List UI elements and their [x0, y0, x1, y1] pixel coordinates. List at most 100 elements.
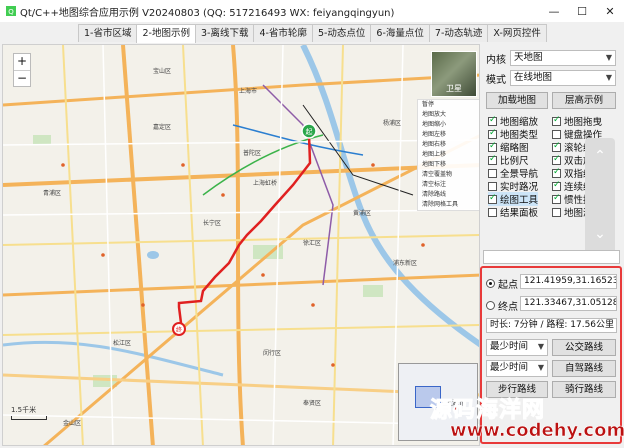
- start-marker-label: 起: [306, 128, 313, 136]
- scroll-down-icon[interactable]: ⌄: [585, 226, 615, 242]
- start-marker[interactable]: 起: [301, 123, 317, 139]
- map-label: 闵行区: [263, 349, 281, 357]
- chevron-down-icon: ▼: [605, 73, 612, 82]
- zoom-control: + −: [13, 53, 31, 87]
- start-point-row[interactable]: 起点: [486, 276, 522, 291]
- policy-select-2-value: 最少时间: [490, 362, 529, 373]
- map-label: 松江区: [113, 339, 131, 347]
- checkbox-label: 地图缩放: [500, 117, 539, 128]
- end-marker-label: 终: [176, 326, 182, 334]
- menu-item[interactable]: 暂停: [418, 100, 479, 110]
- watermark-line-2: www.codehy.com: [450, 420, 624, 442]
- map-label: 长宁区: [203, 219, 221, 227]
- menu-item[interactable]: 清空覆盖物: [418, 170, 479, 180]
- radio-icon: [486, 301, 495, 310]
- panel-input[interactable]: [483, 250, 620, 264]
- map-label: 宝山区: [153, 67, 171, 75]
- menu-item[interactable]: 地图左移: [418, 130, 479, 140]
- end-point-input[interactable]: 121.33467,31.05128: [520, 296, 617, 311]
- route-summary: 时长: 7分钟 / 路程: 17.56公里: [486, 318, 617, 333]
- map-label: 浦东新区: [393, 259, 417, 267]
- tab-province-outline[interactable]: 4-省市轮廓: [253, 24, 313, 42]
- kernel-select-value: 天地图: [514, 52, 543, 63]
- checkbox-result-panel[interactable]: 结果面板: [488, 205, 538, 219]
- start-point-input[interactable]: 121.41959,31.16523: [520, 274, 617, 289]
- chevron-down-icon: ▼: [537, 363, 544, 372]
- zoom-out-button[interactable]: −: [14, 70, 30, 86]
- checkbox-traffic[interactable]: 实时路况: [488, 179, 538, 193]
- zoom-in-button[interactable]: +: [14, 54, 30, 70]
- tab-web-control[interactable]: X-网页控件: [487, 24, 547, 42]
- tab-bar: 1-省市区域 2-地图示例 3-离线下载 4-省市轮廓 5-动态点位 6-海量点…: [78, 24, 547, 43]
- chevron-down-icon: ▼: [605, 53, 612, 62]
- checkbox-icon: [552, 154, 561, 165]
- checkbox-icon: [488, 141, 497, 152]
- map-label: 普陀区: [243, 149, 261, 157]
- minimize-button[interactable]: —: [540, 0, 568, 22]
- checkbox-map-type[interactable]: 地图类型: [488, 127, 538, 141]
- svg-text:Q: Q: [8, 8, 14, 16]
- map-label: 嘉定区: [153, 123, 171, 131]
- map-label: 上海虹桥: [253, 179, 277, 187]
- tab-dynamic-points[interactable]: 5-动态点位: [311, 24, 372, 42]
- checkbox-zoom[interactable]: 地图缩放: [488, 114, 538, 128]
- checkbox-drag[interactable]: 地图拖曳: [552, 114, 602, 128]
- tab-map-demo[interactable]: 2-地图示例: [136, 24, 196, 43]
- map-label: 徐汇区: [303, 239, 321, 247]
- checkbox-icon: [552, 180, 561, 191]
- menu-item[interactable]: 地图上移: [418, 150, 479, 160]
- map-view[interactable]: 起 终 嘉定区 上海市 上海虹桥 青浦区 松江区 闵行区 浦东新区 宝山区 黄浦…: [2, 44, 480, 446]
- transit-route-button[interactable]: 公交路线: [552, 339, 616, 356]
- style-select[interactable]: 在线地图 ▼: [510, 70, 616, 86]
- policy-select-1[interactable]: 最少时间 ▼: [486, 339, 548, 356]
- end-point-row[interactable]: 终点: [486, 298, 518, 313]
- checkbox-label: 实时路况: [500, 182, 539, 193]
- kernel-label: 内核: [486, 54, 506, 66]
- checkbox-icon: [552, 207, 561, 217]
- tab-mass-points[interactable]: 6-海量点位: [370, 24, 430, 42]
- menu-item[interactable]: 清除路线: [418, 190, 479, 200]
- maximize-button[interactable]: ☐: [568, 0, 596, 22]
- demo-button[interactable]: 层高示例: [552, 92, 616, 109]
- tab-province-area[interactable]: 1-省市区域: [78, 24, 138, 42]
- close-button[interactable]: ✕: [596, 0, 624, 22]
- scale-text: 1.5千米: [11, 406, 37, 414]
- scroll-up-icon[interactable]: ⌃: [585, 148, 615, 164]
- menu-item[interactable]: 地图缩小: [418, 120, 479, 130]
- checkbox-icon: [552, 129, 561, 139]
- end-marker[interactable]: 终: [172, 322, 186, 336]
- tab-dynamic-track[interactable]: 7-动态轨迹: [428, 24, 489, 42]
- tab-offline-download[interactable]: 3-离线下载: [194, 24, 255, 42]
- checkbox-label: 比例尺: [500, 156, 529, 167]
- menu-item[interactable]: 地图放大: [418, 110, 479, 120]
- checkbox-icon: [552, 167, 561, 178]
- checkbox-icon: [488, 168, 497, 178]
- panel-scroll[interactable]: ⌃ ⌄: [585, 138, 615, 254]
- satellite-toggle[interactable]: 卫星: [431, 51, 477, 97]
- checkbox-panorama[interactable]: 全景导航: [488, 166, 538, 180]
- menu-item[interactable]: 清除网格工具: [418, 200, 479, 210]
- checkbox-draw-tools[interactable]: 绘图工具: [488, 192, 539, 206]
- load-map-button[interactable]: 加载地图: [486, 92, 548, 109]
- kernel-select[interactable]: 天地图 ▼: [510, 50, 616, 66]
- checkbox-icon: [552, 115, 561, 126]
- menu-item[interactable]: 清空标注: [418, 180, 479, 190]
- style-select-value: 在线地图: [514, 72, 553, 83]
- checkbox-icon: [552, 193, 561, 204]
- menu-item[interactable]: 地图下移: [418, 160, 479, 170]
- style-label: 模式: [486, 74, 506, 86]
- checkbox-label: 地图类型: [500, 130, 539, 141]
- checkbox-icon: [488, 207, 497, 217]
- checkbox-label: 结果面板: [500, 208, 539, 219]
- checkbox-icon: [488, 181, 497, 191]
- driving-route-button[interactable]: 自驾路线: [552, 360, 616, 377]
- checkbox-scale[interactable]: 比例尺: [488, 153, 529, 167]
- checkbox-thumbnail[interactable]: 缩略图: [488, 140, 529, 154]
- scale-bar: 1.5千米: [11, 405, 47, 420]
- checkbox-label: 绘图工具: [500, 195, 539, 206]
- policy-select-1-value: 最少时间: [490, 341, 529, 352]
- policy-select-2[interactable]: 最少时间 ▼: [486, 360, 548, 377]
- start-point-label: 起点: [498, 280, 518, 291]
- checkbox-icon: [488, 193, 497, 204]
- menu-item[interactable]: 地图右移: [418, 140, 479, 150]
